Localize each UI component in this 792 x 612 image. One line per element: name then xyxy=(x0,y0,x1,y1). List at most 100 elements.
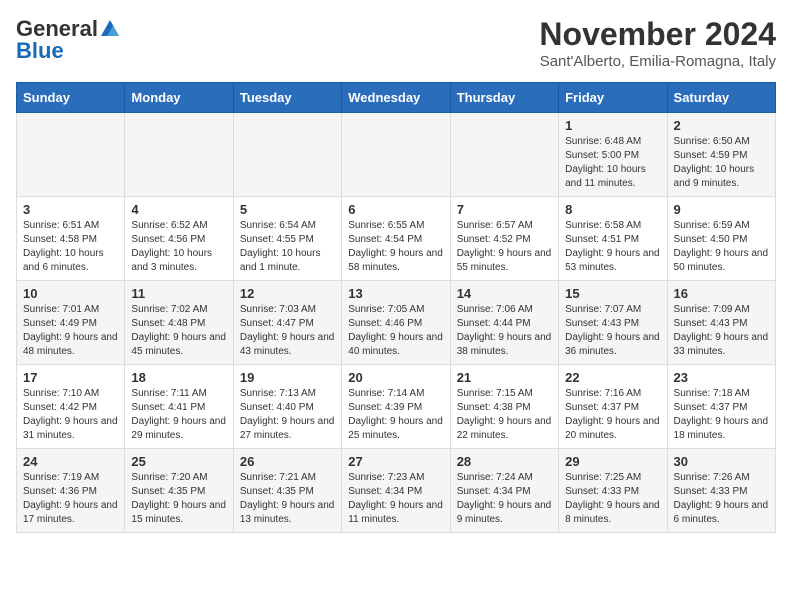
calendar-header-row: SundayMondayTuesdayWednesdayThursdayFrid… xyxy=(17,83,776,113)
calendar-cell xyxy=(125,113,233,197)
calendar-cell: 22 Sunrise: 7:16 AM Sunset: 4:37 PM Dayli… xyxy=(559,365,667,449)
calendar-cell: 28 Sunrise: 7:24 AM Sunset: 4:34 PM Dayli… xyxy=(450,449,558,533)
day-info: Sunrise: 7:24 AM Sunset: 4:34 PM Dayligh… xyxy=(457,471,552,527)
calendar-cell: 24 Sunrise: 7:19 AM Sunset: 4:36 PM Dayli… xyxy=(17,449,125,533)
calendar-cell: 16 Sunrise: 7:09 AM Sunset: 4:43 PM Dayli… xyxy=(667,281,775,365)
calendar-cell: 13Sunrise: 7:05 AM Sunset: 4:46 PM Dayli… xyxy=(342,281,450,365)
day-info: Sunrise: 7:15 AM Sunset: 4:38 PM Dayligh… xyxy=(457,387,552,443)
day-number: 3 xyxy=(23,202,118,217)
day-info: Sunrise: 7:09 AM Sunset: 4:43 PM Dayligh… xyxy=(674,303,769,359)
calendar-body: 1 Sunrise: 6:48 AM Sunset: 5:00 PM Daylig… xyxy=(17,113,776,533)
calendar-row-3: 17 Sunrise: 7:10 AM Sunset: 4:42 PM Dayli… xyxy=(17,365,776,449)
calendar-cell: 15 Sunrise: 7:07 AM Sunset: 4:43 PM Dayli… xyxy=(559,281,667,365)
day-info: Sunrise: 7:01 AM Sunset: 4:49 PM Dayligh… xyxy=(23,303,118,359)
calendar-cell: 29 Sunrise: 7:25 AM Sunset: 4:33 PM Dayli… xyxy=(559,449,667,533)
calendar-header-sunday: Sunday xyxy=(17,83,125,113)
logo-icon xyxy=(99,18,121,40)
logo: General Blue xyxy=(16,16,122,64)
day-info: Sunrise: 7:23 AM Sunset: 4:34 PM Dayligh… xyxy=(348,471,443,527)
calendar-header-friday: Friday xyxy=(559,83,667,113)
calendar-cell: 5 Sunrise: 6:54 AM Sunset: 4:55 PM Daylig… xyxy=(233,197,341,281)
day-info: Sunrise: 7:18 AM Sunset: 4:37 PM Dayligh… xyxy=(674,387,769,443)
day-number: 4 xyxy=(131,202,226,217)
day-number: 25 xyxy=(131,454,226,469)
day-info: Sunrise: 7:06 AM Sunset: 4:44 PM Dayligh… xyxy=(457,303,552,359)
day-info: Sunrise: 6:48 AM Sunset: 5:00 PM Dayligh… xyxy=(565,135,660,191)
day-info: Sunrise: 7:26 AM Sunset: 4:33 PM Dayligh… xyxy=(674,471,769,527)
calendar-table: SundayMondayTuesdayWednesdayThursdayFrid… xyxy=(16,82,776,533)
day-info: Sunrise: 7:16 AM Sunset: 4:37 PM Dayligh… xyxy=(565,387,660,443)
day-info: Sunrise: 6:52 AM Sunset: 4:56 PM Dayligh… xyxy=(131,219,226,275)
day-number: 5 xyxy=(240,202,335,217)
page-subtitle: Sant'Alberto, Emilia-Romagna, Italy xyxy=(539,53,776,70)
day-info: Sunrise: 6:50 AM Sunset: 4:59 PM Dayligh… xyxy=(674,135,769,191)
day-number: 18 xyxy=(131,370,226,385)
day-info: Sunrise: 7:10 AM Sunset: 4:42 PM Dayligh… xyxy=(23,387,118,443)
day-number: 12 xyxy=(240,286,335,301)
calendar-cell: 17 Sunrise: 7:10 AM Sunset: 4:42 PM Dayli… xyxy=(17,365,125,449)
calendar-cell xyxy=(17,113,125,197)
day-number: 10 xyxy=(23,286,118,301)
calendar-cell: 14 Sunrise: 7:06 AM Sunset: 4:44 PM Dayli… xyxy=(450,281,558,365)
day-info: Sunrise: 7:25 AM Sunset: 4:33 PM Dayligh… xyxy=(565,471,660,527)
calendar-cell: 18 Sunrise: 7:11 AM Sunset: 4:41 PM Dayli… xyxy=(125,365,233,449)
day-info: Sunrise: 7:14 AM Sunset: 4:39 PM Dayligh… xyxy=(348,387,443,443)
day-number: 20 xyxy=(348,370,443,385)
calendar-cell: 25Sunrise: 7:20 AM Sunset: 4:35 PM Dayli… xyxy=(125,449,233,533)
calendar-cell: 8Sunrise: 6:58 AM Sunset: 4:51 PM Daylig… xyxy=(559,197,667,281)
day-info: Sunrise: 6:54 AM Sunset: 4:55 PM Dayligh… xyxy=(240,219,335,275)
day-number: 8 xyxy=(565,202,660,217)
day-info: Sunrise: 7:11 AM Sunset: 4:41 PM Dayligh… xyxy=(131,387,226,443)
day-number: 9 xyxy=(674,202,769,217)
calendar-cell: 7 Sunrise: 6:57 AM Sunset: 4:52 PM Daylig… xyxy=(450,197,558,281)
day-number: 16 xyxy=(674,286,769,301)
day-info: Sunrise: 7:03 AM Sunset: 4:47 PM Dayligh… xyxy=(240,303,335,359)
day-number: 17 xyxy=(23,370,118,385)
day-number: 2 xyxy=(674,118,769,133)
day-number: 13 xyxy=(348,286,443,301)
day-number: 21 xyxy=(457,370,552,385)
calendar-cell: 4 Sunrise: 6:52 AM Sunset: 4:56 PM Daylig… xyxy=(125,197,233,281)
calendar-cell: 1 Sunrise: 6:48 AM Sunset: 5:00 PM Daylig… xyxy=(559,113,667,197)
day-number: 11 xyxy=(131,286,226,301)
day-number: 7 xyxy=(457,202,552,217)
calendar-cell: 9 Sunrise: 6:59 AM Sunset: 4:50 PM Daylig… xyxy=(667,197,775,281)
day-number: 28 xyxy=(457,454,552,469)
day-number: 30 xyxy=(674,454,769,469)
calendar-header-wednesday: Wednesday xyxy=(342,83,450,113)
calendar-cell: 20 Sunrise: 7:14 AM Sunset: 4:39 PM Dayli… xyxy=(342,365,450,449)
calendar-cell xyxy=(233,113,341,197)
calendar-cell: 12 Sunrise: 7:03 AM Sunset: 4:47 PM Dayli… xyxy=(233,281,341,365)
day-info: Sunrise: 6:57 AM Sunset: 4:52 PM Dayligh… xyxy=(457,219,552,275)
day-number: 24 xyxy=(23,454,118,469)
calendar-row-0: 1 Sunrise: 6:48 AM Sunset: 5:00 PM Daylig… xyxy=(17,113,776,197)
calendar-row-1: 3 Sunrise: 6:51 AM Sunset: 4:58 PM Daylig… xyxy=(17,197,776,281)
calendar-cell xyxy=(342,113,450,197)
calendar-header-saturday: Saturday xyxy=(667,83,775,113)
header: General Blue November 2024 Sant'Alberto,… xyxy=(16,16,776,70)
day-number: 15 xyxy=(565,286,660,301)
day-info: Sunrise: 6:51 AM Sunset: 4:58 PM Dayligh… xyxy=(23,219,118,275)
day-info: Sunrise: 7:19 AM Sunset: 4:36 PM Dayligh… xyxy=(23,471,118,527)
calendar-cell: 11 Sunrise: 7:02 AM Sunset: 4:48 PM Dayli… xyxy=(125,281,233,365)
calendar-header-thursday: Thursday xyxy=(450,83,558,113)
calendar-cell: 30 Sunrise: 7:26 AM Sunset: 4:33 PM Dayli… xyxy=(667,449,775,533)
calendar-cell: 27Sunrise: 7:23 AM Sunset: 4:34 PM Dayli… xyxy=(342,449,450,533)
calendar-cell: 23 Sunrise: 7:18 AM Sunset: 4:37 PM Dayli… xyxy=(667,365,775,449)
day-number: 19 xyxy=(240,370,335,385)
logo-blue: Blue xyxy=(16,38,64,64)
day-number: 26 xyxy=(240,454,335,469)
page-title: November 2024 xyxy=(539,16,776,53)
day-number: 22 xyxy=(565,370,660,385)
calendar-cell xyxy=(450,113,558,197)
day-number: 29 xyxy=(565,454,660,469)
day-number: 14 xyxy=(457,286,552,301)
day-number: 23 xyxy=(674,370,769,385)
day-info: Sunrise: 7:21 AM Sunset: 4:35 PM Dayligh… xyxy=(240,471,335,527)
day-info: Sunrise: 7:07 AM Sunset: 4:43 PM Dayligh… xyxy=(565,303,660,359)
day-info: Sunrise: 7:02 AM Sunset: 4:48 PM Dayligh… xyxy=(131,303,226,359)
calendar-header-monday: Monday xyxy=(125,83,233,113)
day-info: Sunrise: 6:59 AM Sunset: 4:50 PM Dayligh… xyxy=(674,219,769,275)
calendar-cell: 26 Sunrise: 7:21 AM Sunset: 4:35 PM Dayli… xyxy=(233,449,341,533)
day-number: 1 xyxy=(565,118,660,133)
